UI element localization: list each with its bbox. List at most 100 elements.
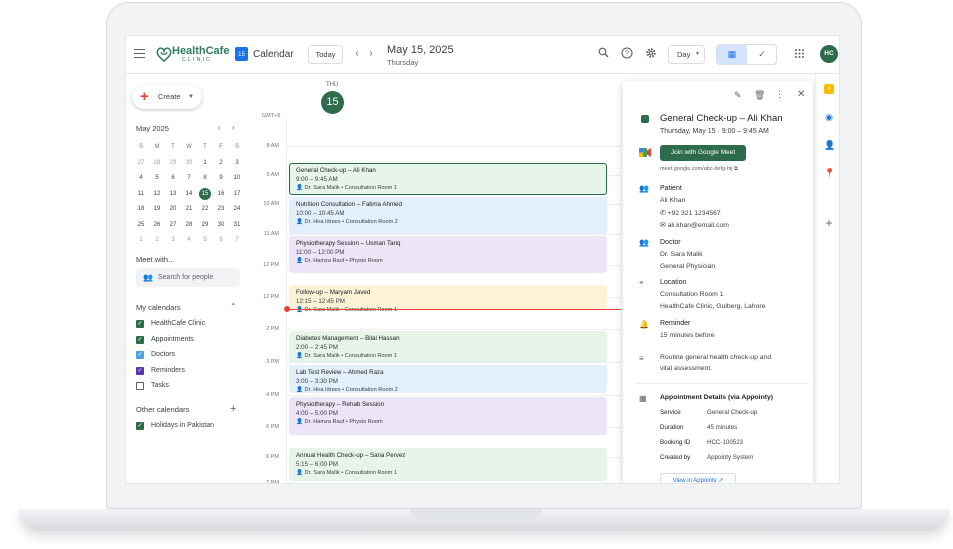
- tasks-check-icon[interactable]: ✓: [747, 45, 776, 64]
- event-block[interactable]: Nutrition Consultation – Fatima Ahmed 10:…: [289, 197, 607, 234]
- event-block[interactable]: Physiotherapy – Rehab Session 4:00 – 5:00…: [289, 397, 607, 435]
- event-block[interactable]: General Check-up – Ali Khan 9:00 – 9:45 A…: [289, 163, 607, 195]
- mini-calendar-day[interactable]: 26: [149, 218, 165, 234]
- calendar-icon[interactable]: ▦: [717, 45, 747, 64]
- mini-calendar-day[interactable]: 9: [213, 171, 229, 187]
- event-block[interactable]: Annual Health Check-up – Sana Pervez 5:15…: [289, 448, 607, 481]
- mini-calendar-day[interactable]: 7: [229, 233, 245, 249]
- mini-calendar-day[interactable]: 23: [213, 202, 229, 218]
- create-button[interactable]: + Create ▼: [132, 85, 202, 109]
- mini-calendar-day[interactable]: 21: [181, 202, 197, 218]
- mini-calendar-day[interactable]: 11: [133, 187, 149, 203]
- event-block[interactable]: Physiotherapy Session – Usman Tariq 11:00…: [289, 236, 607, 273]
- close-icon[interactable]: ✕: [797, 89, 805, 100]
- people-search-input[interactable]: 👥 Search for people: [136, 268, 240, 287]
- mini-calendar-day[interactable]: 25: [133, 218, 149, 234]
- event-attendee-text: Dr. Sara Malik • Consultation Room 1: [304, 470, 397, 476]
- mini-calendar-day[interactable]: 30: [181, 156, 197, 172]
- event-block[interactable]: Follow-up – Maryam Javed 12:15 – 12:45 PM…: [289, 285, 607, 313]
- add-addon-icon[interactable]: +: [824, 217, 834, 229]
- mini-calendar-day[interactable]: 2: [149, 233, 165, 249]
- mini-calendar-day[interactable]: 29: [165, 156, 181, 172]
- mini-calendar-day[interactable]: 3: [165, 233, 181, 249]
- collapse-icon[interactable]: ⌃: [230, 302, 237, 311]
- weekday-header: S: [234, 144, 239, 150]
- mini-prev-icon[interactable]: ‹: [218, 123, 221, 132]
- apps-grid-icon[interactable]: [794, 48, 805, 59]
- join-meet-button[interactable]: Join with Google Meet: [660, 145, 746, 161]
- mini-calendar-day[interactable]: 28: [149, 156, 165, 172]
- checkbox-checked-icon[interactable]: ✓: [136, 335, 144, 344]
- mini-calendar-day[interactable]: 6: [213, 233, 229, 249]
- mini-calendar-day[interactable]: 5: [197, 233, 213, 249]
- mini-calendar-day[interactable]: 3: [229, 156, 245, 172]
- mini-calendar-day[interactable]: 30: [213, 218, 229, 234]
- mini-calendar-day[interactable]: 27: [133, 156, 149, 172]
- person-icon: 👤: [296, 185, 305, 191]
- view-selector[interactable]: Day ▼: [668, 45, 705, 64]
- mini-calendar-day[interactable]: 7: [181, 171, 197, 187]
- delete-icon[interactable]: 🗑: [754, 90, 765, 101]
- maps-icon[interactable]: 📍: [824, 168, 835, 178]
- mini-calendar-day[interactable]: 2: [213, 156, 229, 172]
- event-block[interactable]: Lab Test Review – Ahmed Raza 3:00 – 3:30 …: [289, 365, 607, 393]
- mini-calendar-day[interactable]: 4: [181, 233, 197, 249]
- event-block[interactable]: Diabetes Management – Bilal Hassan 2:00 –…: [289, 331, 607, 363]
- mini-calendar-day[interactable]: 19: [149, 202, 165, 218]
- mini-calendar-day[interactable]: 31: [229, 218, 245, 234]
- copy-icon[interactable]: ⧉: [734, 166, 738, 172]
- event-title: Physiotherapy – Rehab Session: [296, 401, 385, 408]
- help-icon[interactable]: ?: [620, 47, 634, 61]
- laptop-notch: [410, 509, 542, 519]
- prev-day-icon[interactable]: ‹: [351, 48, 363, 60]
- app-name: Calendar: [253, 49, 294, 60]
- mini-calendar-day[interactable]: 16: [213, 187, 229, 203]
- mini-calendar-day[interactable]: 8: [197, 171, 213, 187]
- more-options-icon[interactable]: ⋮: [775, 89, 784, 100]
- patient-name: Ali Khan: [660, 197, 686, 204]
- checkbox-checked-icon[interactable]: ✓: [136, 366, 144, 375]
- mini-calendar-day[interactable]: 12: [149, 187, 165, 203]
- next-day-icon[interactable]: ›: [365, 48, 377, 60]
- my-calendars-title[interactable]: My calendars: [136, 303, 181, 312]
- checkbox-checked-icon[interactable]: ✓: [136, 422, 144, 430]
- mini-calendar-day[interactable]: 24: [229, 202, 245, 218]
- mini-calendar-day[interactable]: 28: [181, 218, 197, 234]
- search-icon[interactable]: [596, 47, 610, 61]
- checkbox-checked-icon[interactable]: ✓: [136, 320, 144, 328]
- mini-calendar-day[interactable]: 6: [165, 171, 181, 187]
- mini-calendar-day[interactable]: 27: [165, 218, 181, 234]
- view-in-appointy-button[interactable]: View in Appointy ↗: [660, 473, 736, 483]
- menu-icon[interactable]: [134, 49, 145, 58]
- checkbox-checked-icon[interactable]: ✓: [136, 351, 144, 359]
- gear-icon[interactable]: [644, 47, 658, 61]
- hour-line: [286, 483, 621, 484]
- mini-calendar-day[interactable]: 5: [149, 171, 165, 187]
- meet-url[interactable]: meet.google.com/abc-defg-hij ⧉: [660, 166, 738, 173]
- mini-calendar-day[interactable]: 20: [165, 202, 181, 218]
- day-header-date[interactable]: 15: [321, 91, 344, 114]
- patient-email[interactable]: ✉ ali.khan@email.com: [660, 221, 729, 229]
- mini-next-icon[interactable]: ›: [232, 123, 235, 132]
- mini-calendar-day[interactable]: 14: [181, 187, 197, 203]
- edit-icon[interactable]: ✎: [734, 90, 742, 101]
- tasks-icon[interactable]: ◉: [824, 112, 834, 122]
- avatar[interactable]: HC: [820, 45, 838, 63]
- contacts-icon[interactable]: 👤: [824, 140, 835, 150]
- mini-calendar-day[interactable]: 10: [229, 171, 245, 187]
- mode-toggle: ▦ ✓: [716, 44, 777, 65]
- today-button[interactable]: Today: [308, 45, 343, 64]
- mini-calendar-day[interactable]: 22: [197, 202, 213, 218]
- checkbox-empty-icon[interactable]: [136, 382, 144, 390]
- add-calendar-icon[interactable]: +: [230, 403, 236, 415]
- mini-calendar-day[interactable]: 17: [229, 187, 245, 203]
- mini-calendar-day[interactable]: 4: [133, 171, 149, 187]
- keep-icon[interactable]: ▪: [824, 84, 834, 94]
- mini-calendar-day[interactable]: 13: [165, 187, 181, 203]
- mini-calendar-day[interactable]: 29: [197, 218, 213, 234]
- mini-calendar-day[interactable]: 1: [133, 233, 149, 249]
- mini-calendar-day[interactable]: 18: [133, 202, 149, 218]
- mini-calendar-day[interactable]: 15: [197, 187, 213, 203]
- mini-calendar-day[interactable]: 1: [197, 156, 213, 172]
- event-attendee-text: Dr. Sara Malik • Consultation Room 1: [304, 185, 397, 191]
